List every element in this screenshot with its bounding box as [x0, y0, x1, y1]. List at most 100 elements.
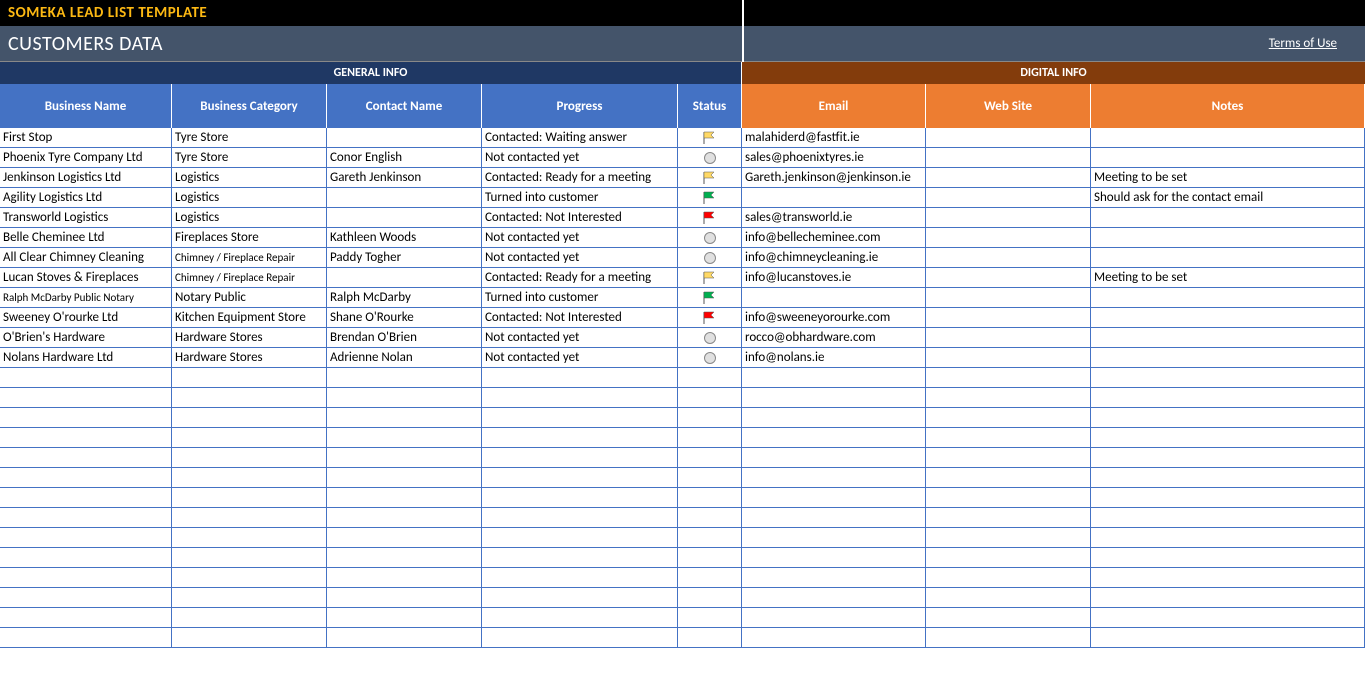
cell-empty[interactable] [0, 428, 172, 447]
cell-empty[interactable] [1091, 628, 1365, 647]
cell-website[interactable] [926, 188, 1091, 207]
cell-empty[interactable] [678, 568, 742, 587]
cell-website[interactable] [926, 248, 1091, 267]
cell-empty[interactable] [678, 388, 742, 407]
cell-business-name[interactable]: First Stop [0, 128, 172, 147]
cell-empty[interactable] [327, 608, 482, 627]
cell-empty[interactable] [742, 468, 926, 487]
cell-business-name[interactable]: Belle Cheminee Ltd [0, 228, 172, 247]
cell-empty[interactable] [0, 588, 172, 607]
cell-empty[interactable] [742, 428, 926, 447]
table-row-empty[interactable] [0, 388, 1365, 408]
cell-status[interactable] [678, 228, 742, 247]
cell-business-category[interactable]: Hardware Stores [172, 328, 327, 347]
cell-progress[interactable]: Contacted: Not Interested [482, 208, 678, 227]
table-row[interactable]: Transworld LogisticsLogistics Contacted: … [0, 208, 1365, 228]
cell-business-name[interactable]: Nolans Hardware Ltd [0, 348, 172, 367]
cell-empty[interactable] [172, 488, 327, 507]
cell-empty[interactable] [1091, 528, 1365, 547]
cell-empty[interactable] [678, 408, 742, 427]
cell-contact-name[interactable] [327, 208, 482, 227]
table-row-empty[interactable] [0, 508, 1365, 528]
col-contact-name[interactable]: Contact Name [327, 84, 482, 128]
cell-empty[interactable] [1091, 388, 1365, 407]
cell-notes[interactable] [1091, 148, 1365, 167]
cell-website[interactable] [926, 148, 1091, 167]
cell-empty[interactable] [0, 488, 172, 507]
cell-empty[interactable] [742, 388, 926, 407]
cell-contact-name[interactable]: Conor English [327, 148, 482, 167]
cell-empty[interactable] [926, 468, 1091, 487]
cell-empty[interactable] [0, 628, 172, 647]
table-row[interactable]: First StopTyre Store Contacted: Waiting a… [0, 128, 1365, 148]
cell-empty[interactable] [742, 488, 926, 507]
cell-email[interactable]: rocco@obhardware.com [742, 328, 926, 347]
cell-empty[interactable] [742, 588, 926, 607]
cell-notes[interactable] [1091, 228, 1365, 247]
table-row[interactable]: Lucan Stoves & FireplacesChimney / Firep… [0, 268, 1365, 288]
cell-empty[interactable] [482, 628, 678, 647]
cell-empty[interactable] [172, 388, 327, 407]
cell-empty[interactable] [327, 468, 482, 487]
table-row-empty[interactable] [0, 628, 1365, 648]
cell-business-category[interactable]: Kitchen Equipment Store [172, 308, 327, 327]
cell-website[interactable] [926, 228, 1091, 247]
table-row[interactable]: Agility Logistics LtdLogisticsTurned int… [0, 188, 1365, 208]
cell-contact-name[interactable]: Kathleen Woods [327, 228, 482, 247]
table-row-empty[interactable] [0, 448, 1365, 468]
cell-business-category[interactable]: Logistics [172, 168, 327, 187]
cell-status[interactable] [678, 248, 742, 267]
cell-empty[interactable] [482, 388, 678, 407]
cell-empty[interactable] [1091, 508, 1365, 527]
cell-website[interactable] [926, 288, 1091, 307]
cell-business-category[interactable]: Tyre Store [172, 128, 327, 147]
cell-email[interactable]: Gareth.jenkinson@jenkinson.ie [742, 168, 926, 187]
cell-empty[interactable] [482, 448, 678, 467]
cell-empty[interactable] [172, 428, 327, 447]
cell-empty[interactable] [482, 468, 678, 487]
cell-status[interactable] [678, 348, 742, 367]
cell-empty[interactable] [482, 408, 678, 427]
cell-email[interactable]: info@nolans.ie [742, 348, 926, 367]
cell-business-category[interactable]: Logistics [172, 208, 327, 227]
cell-empty[interactable] [172, 608, 327, 627]
cell-empty[interactable] [0, 548, 172, 567]
cell-empty[interactable] [926, 608, 1091, 627]
cell-progress[interactable]: Contacted: Waiting answer [482, 128, 678, 147]
cell-business-category[interactable]: Chimney / Fireplace Repair [172, 268, 327, 287]
cell-empty[interactable] [0, 448, 172, 467]
cell-empty[interactable] [172, 548, 327, 567]
table-row-empty[interactable] [0, 368, 1365, 388]
cell-empty[interactable] [742, 508, 926, 527]
cell-empty[interactable] [327, 548, 482, 567]
cell-status[interactable] [678, 168, 742, 187]
cell-empty[interactable] [1091, 548, 1365, 567]
cell-business-category[interactable]: Fireplaces Store [172, 228, 327, 247]
cell-status[interactable] [678, 128, 742, 147]
cell-business-category[interactable]: Notary Public [172, 288, 327, 307]
table-row-empty[interactable] [0, 428, 1365, 448]
cell-empty[interactable] [742, 548, 926, 567]
cell-empty[interactable] [0, 508, 172, 527]
cell-empty[interactable] [0, 388, 172, 407]
cell-empty[interactable] [482, 548, 678, 567]
cell-status[interactable] [678, 188, 742, 207]
table-row-empty[interactable] [0, 608, 1365, 628]
cell-empty[interactable] [678, 608, 742, 627]
cell-progress[interactable]: Not contacted yet [482, 148, 678, 167]
cell-empty[interactable] [926, 528, 1091, 547]
cell-empty[interactable] [172, 528, 327, 547]
cell-email[interactable]: malahiderd@fastfit.ie [742, 128, 926, 147]
cell-contact-name[interactable]: Paddy Togher [327, 248, 482, 267]
cell-empty[interactable] [482, 428, 678, 447]
cell-business-name[interactable]: Transworld Logistics [0, 208, 172, 227]
cell-business-name[interactable]: Agility Logistics Ltd [0, 188, 172, 207]
cell-empty[interactable] [172, 468, 327, 487]
cell-email[interactable]: info@chimneycleaning.ie [742, 248, 926, 267]
table-row[interactable]: Nolans Hardware LtdHardware StoresAdrien… [0, 348, 1365, 368]
cell-empty[interactable] [482, 368, 678, 387]
cell-empty[interactable] [926, 448, 1091, 467]
cell-status[interactable] [678, 328, 742, 347]
cell-empty[interactable] [172, 508, 327, 527]
cell-status[interactable] [678, 308, 742, 327]
